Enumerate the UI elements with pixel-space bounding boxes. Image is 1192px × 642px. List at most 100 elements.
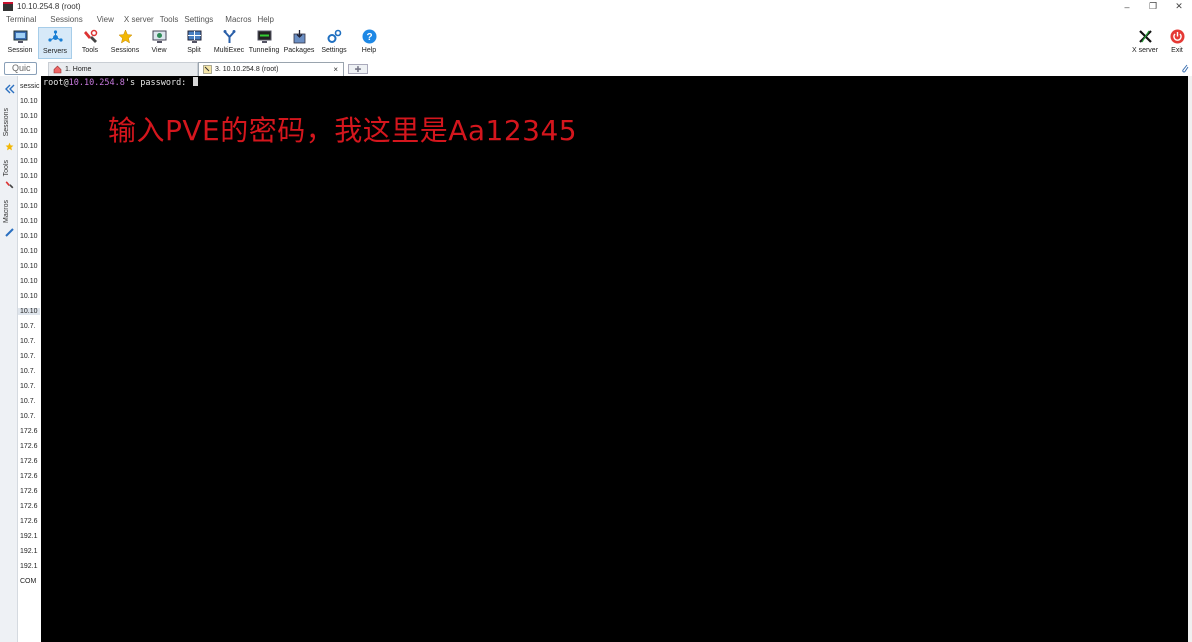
session-item[interactable]: 10.10 [20,233,38,240]
session-item[interactable]: 10.7. [20,323,36,330]
menu-tools[interactable]: Tools [160,15,185,24]
svg-text:?: ? [366,32,372,43]
session-item[interactable]: 10.7. [20,398,36,405]
session-item[interactable]: 192.1 [20,563,38,570]
quick-connect-input[interactable]: Quic [4,62,37,75]
menu-help[interactable]: Help [258,15,280,24]
session-list-header: sessic [20,83,40,90]
session-item[interactable]: 10.10 [20,263,38,270]
menu-bar: Terminal Sessions View X server Tools Se… [0,13,1192,26]
plus-icon: ✚ [354,64,362,74]
window-title: 10.10.254.8 (root) [17,2,81,11]
view-icon [152,29,167,44]
home-icon [53,65,62,74]
terminal-cursor [193,77,199,86]
split-icon [187,29,202,44]
session-item[interactable]: 10.10 [20,293,38,300]
session-item[interactable]: 10.10 [20,113,38,120]
star-icon [117,29,133,44]
session-item[interactable]: 192.1 [20,533,38,540]
terminal-area[interactable]: root@10.10.254.8's password: 输入PVE的密码，我这… [41,76,1188,642]
session-item[interactable]: 10.10 [20,173,38,180]
tunneling-button[interactable]: Tunneling [247,27,281,59]
session-item[interactable]: 172.6 [20,443,38,450]
star-icon [5,142,14,153]
session-item[interactable]: 10.7. [20,338,36,345]
session-item[interactable]: 10.10 [18,308,40,315]
tools-button[interactable]: Tools [73,27,107,59]
help-icon: ? [362,29,377,44]
menu-sessions[interactable]: Sessions [42,15,88,24]
gears-icon [327,29,342,44]
session-item[interactable]: COM [20,578,36,585]
packages-icon [292,29,307,44]
close-window-button[interactable]: ✕ [1166,0,1192,13]
session-item[interactable]: 172.6 [20,458,38,465]
tab-home[interactable]: 1. Home [48,62,198,76]
sessions-button[interactable]: Sessions [108,27,142,59]
menu-macros[interactable]: Macros [219,15,257,24]
session-item[interactable]: 10.10 [20,248,38,255]
menu-settings[interactable]: Settings [184,15,219,24]
collapse-panel-icon[interactable] [4,84,15,96]
help-button[interactable]: ? Help [352,27,386,59]
session-item[interactable]: 172.6 [20,473,38,480]
session-item[interactable]: 172.6 [20,488,38,495]
session-item[interactable]: 10.10 [20,203,38,210]
split-button[interactable]: Split [177,27,211,59]
session-item[interactable]: 10.7. [20,383,36,390]
settings-button[interactable]: Settings [317,27,351,59]
menu-x-server[interactable]: X server [120,15,160,24]
x-server-icon [1138,29,1153,44]
xserver-button[interactable]: X server [1128,27,1162,59]
session-item[interactable]: 10.10 [20,188,38,195]
packages-button[interactable]: Packages [282,27,316,59]
servers-button[interactable]: Servers [38,27,72,59]
restore-button[interactable]: ❐ [1140,0,1166,13]
session-item[interactable]: 10.10 [20,128,38,135]
menu-terminal[interactable]: Terminal [0,15,42,24]
tools-side-tab[interactable]: Tools [3,160,10,176]
tools-icon [83,29,98,44]
side-panel-strip: Sessions Tools Macros [0,76,18,642]
prompt-host: 10.10.254.8 [68,78,125,88]
annotation-overlay-text: 输入PVE的密码，我这里是Aa12345 [108,114,578,147]
view-button[interactable]: View [142,27,176,59]
title-bar: 10.10.254.8 (root) – ❐ ✕ [0,0,1192,13]
session-button[interactable]: Session [3,27,37,59]
tab-home-label: 1. Home [65,66,92,73]
menu-view[interactable]: View [89,15,120,24]
session-item[interactable]: 10.7. [20,368,36,375]
session-item[interactable]: 172.6 [20,518,38,525]
session-item[interactable]: 10.10 [20,143,38,150]
paperclip-icon[interactable] [1181,63,1189,73]
session-item[interactable]: 10.10 [20,98,38,105]
session-item[interactable]: 172.6 [20,503,38,510]
monitor-icon [13,29,28,44]
exit-button[interactable]: Exit [1163,27,1191,59]
network-icon [47,30,63,45]
tab-ssh-session[interactable]: 3. 10.10.254.8 (root) × [198,62,344,76]
mobaxterm-app-icon [3,2,13,11]
session-item[interactable]: 10.10 [20,158,38,165]
session-list: sessic 10.10 10.10 10.10 10.10 10.10 10.10 10.… [18,76,40,642]
macro-icon [5,228,14,239]
session-item[interactable]: 172.6 [20,428,38,435]
tab-ssh-label: 3. 10.10.254.8 (root) [215,66,279,73]
session-item[interactable]: 10.7. [20,353,36,360]
minimize-button[interactable]: – [1114,0,1140,13]
session-item[interactable]: 192.1 [20,548,38,555]
session-item[interactable]: 10.7. [20,413,36,420]
close-tab-icon[interactable]: × [333,65,338,74]
power-icon [1170,29,1185,44]
tab-row: Quic 1. Home 3. 10.10.254.8 (root) × ✚ [0,60,1192,76]
multiexec-button[interactable]: MultiExec [212,27,246,59]
new-tab-button[interactable]: ✚ [348,64,368,74]
ssh-session-icon [203,65,212,74]
sessions-side-tab[interactable]: Sessions [3,108,10,136]
macros-side-tab[interactable]: Macros [3,200,10,223]
terminal-scrollbar[interactable] [1188,76,1192,642]
session-item[interactable]: 10.10 [20,278,38,285]
prompt-suffix: 's password: [124,78,192,88]
session-item[interactable]: 10.10 [20,218,38,225]
